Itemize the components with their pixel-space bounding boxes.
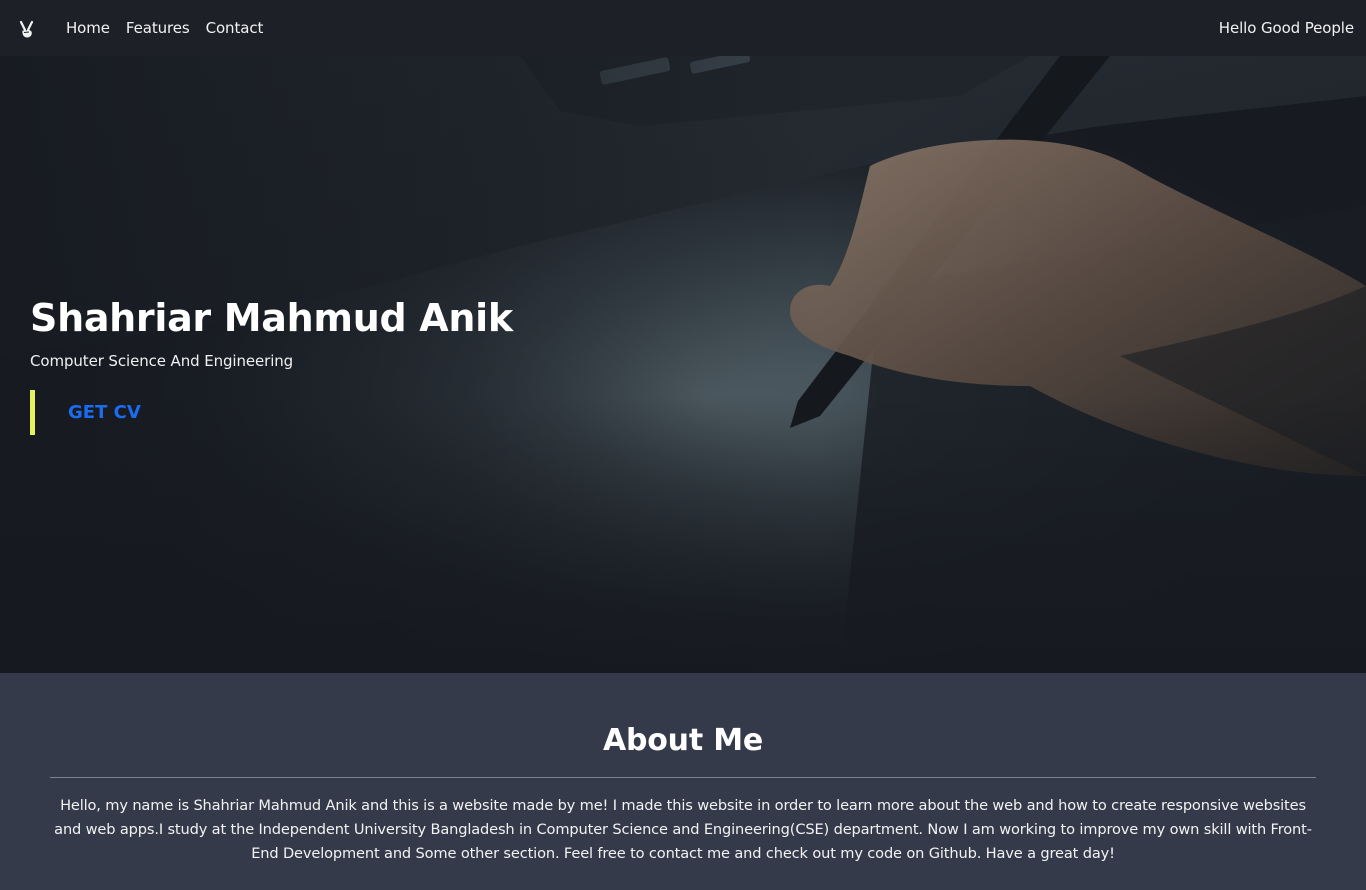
about-title: About Me	[602, 723, 764, 758]
get-cv-button[interactable]: GET CV	[30, 390, 155, 435]
nav-link-contact[interactable]: Contact	[206, 19, 264, 37]
hero-section: Shahriar Mahmud Anik Computer Science An…	[0, 56, 1366, 673]
hero-title: Shahriar Mahmud Anik	[30, 296, 513, 340]
nav-links: Home Features Contact	[66, 0, 279, 56]
about-text: Hello, my name is Shahriar Mahmud Anik a…	[54, 797, 1312, 862]
nav-greeting: Hello Good People	[1218, 19, 1354, 37]
victory-hand-icon[interactable]	[17, 20, 37, 40]
about-section: About Me Hello, my name is Shahriar Mahm…	[0, 673, 1366, 890]
nav-link-features[interactable]: Features	[126, 19, 190, 37]
about-divider	[50, 777, 1316, 778]
nav-link-home[interactable]: Home	[66, 19, 110, 37]
hero-subtitle: Computer Science And Engineering	[30, 352, 294, 370]
navbar: Home Features Contact Hello Good People	[0, 0, 1366, 56]
